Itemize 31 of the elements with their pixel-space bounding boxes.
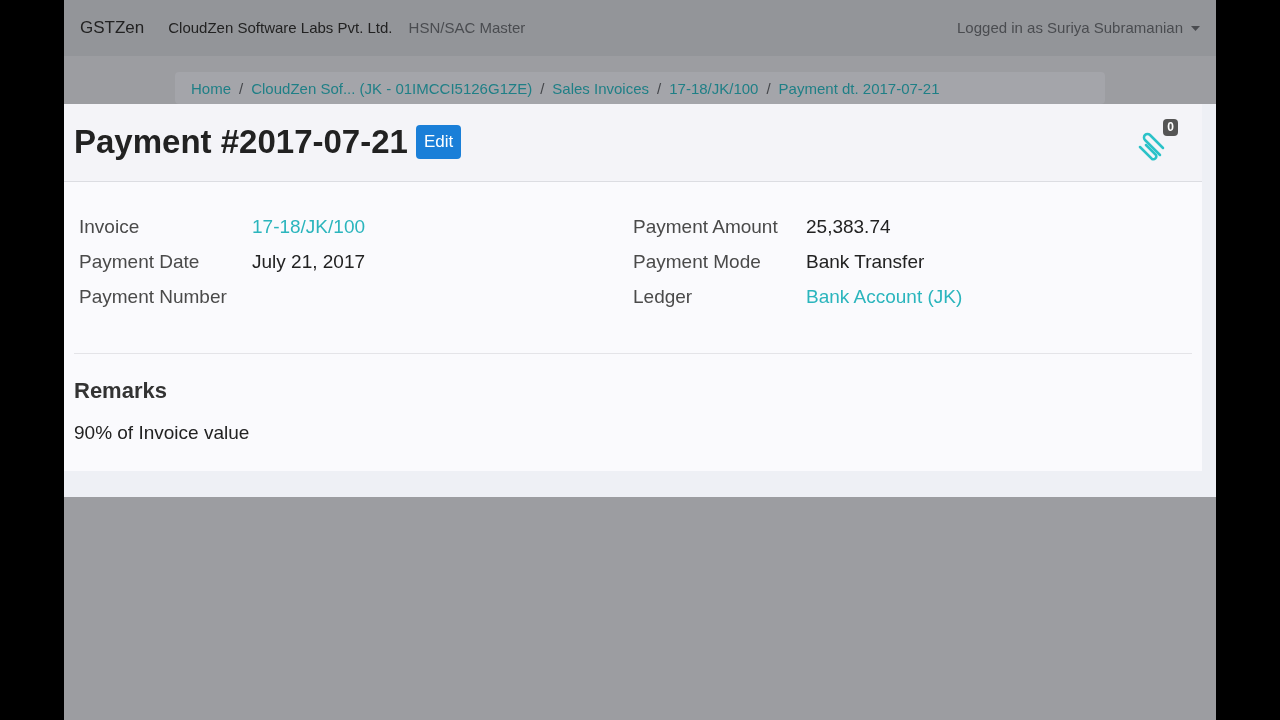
company-name[interactable]: CloudZen Software Labs Pvt. Ltd.: [168, 16, 393, 40]
brand[interactable]: GSTZen: [80, 15, 145, 41]
breadcrumb-link[interactable]: CloudZen Sof... (JK - 01IMCCI5126G1ZE): [251, 78, 533, 101]
field-value: 25,383.74: [806, 214, 891, 239]
page-title: Payment #2017-07-21: [74, 122, 408, 163]
remarks-text: 90% of Invoice value: [74, 420, 251, 445]
breadcrumb-link[interactable]: 17-18/JK/100: [669, 78, 759, 101]
breadcrumb-link[interactable]: Payment dt. 2017-07-21: [778, 78, 940, 101]
field-value: July 21, 2017: [252, 249, 366, 274]
field-label: Invoice: [79, 214, 141, 239]
breadcrumb-separator: /: [540, 79, 545, 99]
breadcrumb-separator: /: [239, 79, 244, 99]
breadcrumb-separator: /: [657, 79, 662, 99]
paperclip-icon[interactable]: [1136, 131, 1166, 161]
field-label: Payment Amount: [633, 214, 779, 239]
edit-button[interactable]: Edit: [415, 125, 462, 159]
breadcrumb-link[interactable]: Sales Invoices: [552, 78, 650, 101]
field-label: Payment Date: [79, 249, 201, 274]
user-menu[interactable]: Logged in as Suriya Subramanian: [957, 16, 1200, 40]
breadcrumb-separator: /: [766, 79, 771, 99]
field-link[interactable]: Bank Account (JK): [806, 282, 963, 312]
field-value: Bank Transfer: [806, 249, 925, 274]
caret-icon: [1191, 25, 1200, 31]
remarks-heading: Remarks: [74, 376, 168, 405]
breadcrumb-link[interactable]: Home: [191, 78, 231, 101]
field-label: Ledger: [633, 284, 694, 309]
field-link[interactable]: 17-18/JK/100: [252, 212, 366, 242]
count-badge: 0: [1163, 119, 1178, 136]
field-label: Payment Number: [79, 284, 228, 309]
field-label: Payment Mode: [633, 249, 762, 274]
nav-link[interactable]: HSN/SAC Master: [408, 16, 526, 40]
